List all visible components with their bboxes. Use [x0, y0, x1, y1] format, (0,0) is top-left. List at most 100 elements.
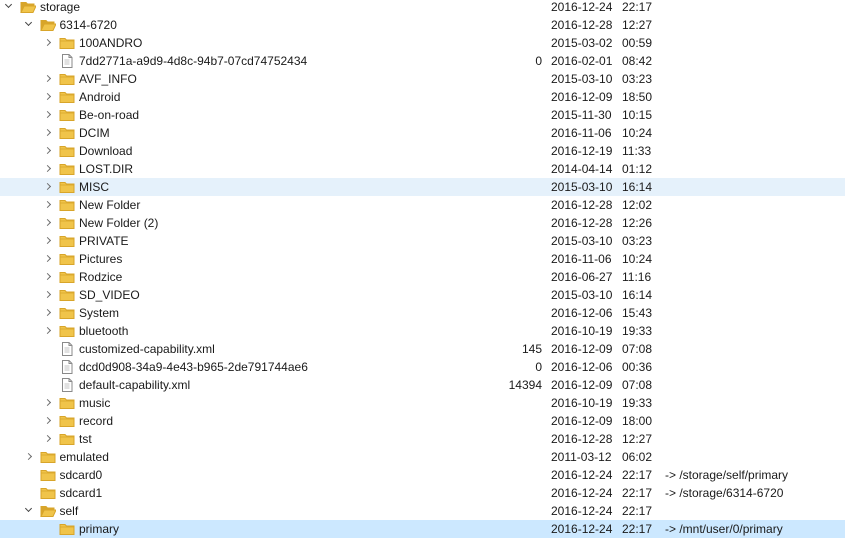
entry-name: Be-on-road: [79, 108, 140, 122]
tree-row[interactable]: Download 2016-12-19 11:33: [0, 142, 845, 160]
tree-row[interactable]: sdcard1 2016-12-24 22:17 -> /storage/631…: [0, 484, 845, 502]
entry-date: 2016-12-19: [551, 144, 613, 158]
folder-icon: [59, 252, 75, 266]
entry-name: Download: [79, 144, 133, 158]
chevron-right-icon[interactable]: [44, 183, 52, 191]
tree-row[interactable]: primary 2016-12-24 22:17 -> /mnt/user/0/…: [0, 520, 845, 538]
chevron-right-icon[interactable]: [44, 417, 52, 425]
entry-name: New Folder (2): [79, 216, 159, 230]
entry-date: 2016-12-09: [551, 414, 613, 428]
folder-link-icon: [40, 486, 56, 500]
entry-name: LOST.DIR: [79, 162, 134, 176]
entry-time: 12:27: [622, 432, 653, 446]
tree-row[interactable]: SD_VIDEO 2015-03-10 16:14: [0, 286, 845, 304]
tree-row[interactable]: 100ANDRO 2015-03-02 00:59: [0, 34, 845, 52]
entry-name: tst: [79, 432, 92, 446]
entry-time: 22:17: [622, 468, 653, 482]
folder-open-icon: [20, 0, 37, 14]
tree-row[interactable]: 7dd2771a-a9d9-4d8c-94b7-07cd74752434 0 2…: [0, 52, 845, 70]
tree-row[interactable]: PRIVATE 2015-03-10 03:23: [0, 232, 845, 250]
chevron-down-icon[interactable]: [5, 3, 13, 11]
entry-time: 22:17: [622, 486, 653, 500]
chevron-right-icon[interactable]: [44, 327, 52, 335]
entry-link-target: -> /mnt/user/0/primary: [665, 522, 783, 536]
tree-row[interactable]: LOST.DIR 2014-04-14 01:12: [0, 160, 845, 178]
tree-row[interactable]: sdcard0 2016-12-24 22:17 -> /storage/sel…: [0, 466, 845, 484]
tree-row[interactable]: MISC 2015-03-10 16:14: [0, 178, 845, 196]
chevron-right-icon[interactable]: [44, 93, 52, 101]
tree-row[interactable]: dcd0d908-34a9-4e43-b965-2de791744ae6 0 2…: [0, 358, 845, 376]
folder-icon: [59, 90, 75, 104]
entry-time: 11:33: [622, 144, 652, 158]
entry-name: sdcard1: [59, 486, 103, 500]
folder-icon: [59, 234, 75, 248]
chevron-down-icon[interactable]: [25, 21, 33, 29]
folder-icon: [59, 396, 75, 410]
chevron-right-icon[interactable]: [44, 273, 52, 281]
tree-row[interactable]: New Folder 2016-12-28 12:02: [0, 196, 845, 214]
folder-icon: [59, 432, 75, 446]
chevron-right-icon[interactable]: [44, 39, 52, 47]
chevron-right-icon[interactable]: [44, 399, 52, 407]
entry-time: 18:50: [622, 90, 653, 104]
entry-time: 22:17: [622, 0, 653, 14]
chevron-right-icon[interactable]: [44, 75, 52, 83]
tree-row[interactable]: System 2016-12-06 15:43: [0, 304, 845, 322]
entry-time: 00:59: [622, 36, 653, 50]
chevron-right-icon[interactable]: [44, 309, 52, 317]
tree-row[interactable]: music 2016-10-19 19:33: [0, 394, 845, 412]
entry-name: emulated: [59, 450, 109, 464]
tree-row[interactable]: default-capability.xml 14394 2016-12-09 …: [0, 376, 845, 394]
tree-row[interactable]: customized-capability.xml 145 2016-12-09…: [0, 340, 845, 358]
tree-row[interactable]: self 2016-12-24 22:17: [0, 502, 845, 520]
entry-link-target: -> /storage/self/primary: [665, 468, 789, 482]
tree-row[interactable]: DCIM 2016-11-06 10:24: [0, 124, 845, 142]
tree-row[interactable]: Rodzice 2016-06-27 11:16: [0, 268, 845, 286]
chevron-right-icon[interactable]: [44, 435, 52, 443]
chevron-right-icon[interactable]: [44, 111, 52, 119]
entry-size: 0: [535, 360, 542, 374]
chevron-right-icon[interactable]: [44, 129, 52, 137]
entry-date: 2011-03-12: [551, 450, 612, 464]
chevron-right-icon[interactable]: [44, 201, 52, 209]
tree-row[interactable]: storage 2016-12-24 22:17: [0, 0, 845, 16]
tree-row[interactable]: tst 2016-12-28 12:27: [0, 430, 845, 448]
entry-time: 10:15: [622, 108, 653, 122]
tree-row[interactable]: Be-on-road 2015-11-30 10:15: [0, 106, 845, 124]
entry-date: 2015-03-10: [551, 234, 613, 248]
entry-date: 2015-03-10: [551, 72, 613, 86]
tree-row[interactable]: Android 2016-12-09 18:50: [0, 88, 845, 106]
chevron-right-icon[interactable]: [44, 291, 52, 299]
entry-date: 2015-03-10: [551, 180, 613, 194]
chevron-down-icon[interactable]: [25, 507, 33, 515]
entry-time: 10:24: [622, 252, 653, 266]
entry-name: System: [79, 306, 120, 320]
tree-row[interactable]: New Folder (2) 2016-12-28 12:26: [0, 214, 845, 232]
entry-name: MISC: [79, 180, 109, 194]
entry-date: 2016-12-28: [551, 18, 613, 32]
entry-date: 2016-11-06: [551, 126, 612, 140]
folder-icon: [59, 36, 75, 50]
entry-date: 2016-06-27: [551, 270, 613, 284]
entry-name: New Folder: [79, 198, 141, 212]
entry-name: storage: [40, 0, 81, 14]
tree-row[interactable]: record 2016-12-09 18:00: [0, 412, 845, 430]
chevron-right-icon[interactable]: [25, 453, 33, 461]
chevron-right-icon[interactable]: [44, 219, 52, 227]
entry-time: 10:24: [622, 126, 653, 140]
entry-date: 2016-02-01: [551, 54, 613, 68]
chevron-right-icon[interactable]: [44, 255, 52, 263]
chevron-right-icon[interactable]: [44, 237, 52, 245]
tree-row[interactable]: bluetooth 2016-10-19 19:33: [0, 322, 845, 340]
tree-row[interactable]: emulated 2011-03-12 06:02: [0, 448, 845, 466]
tree-row[interactable]: AVF_INFO 2015-03-10 03:23: [0, 70, 845, 88]
entry-time: 03:23: [622, 72, 653, 86]
tree-row[interactable]: 6314-6720 2016-12-28 12:27: [0, 16, 845, 34]
file-icon: [59, 360, 75, 374]
chevron-right-icon[interactable]: [44, 147, 52, 155]
entry-time: 19:33: [622, 324, 653, 338]
tree-row[interactable]: Pictures 2016-11-06 10:24: [0, 250, 845, 268]
chevron-right-icon[interactable]: [44, 165, 52, 173]
entry-size: 0: [535, 54, 542, 68]
entry-date: 2016-12-28: [551, 198, 613, 212]
